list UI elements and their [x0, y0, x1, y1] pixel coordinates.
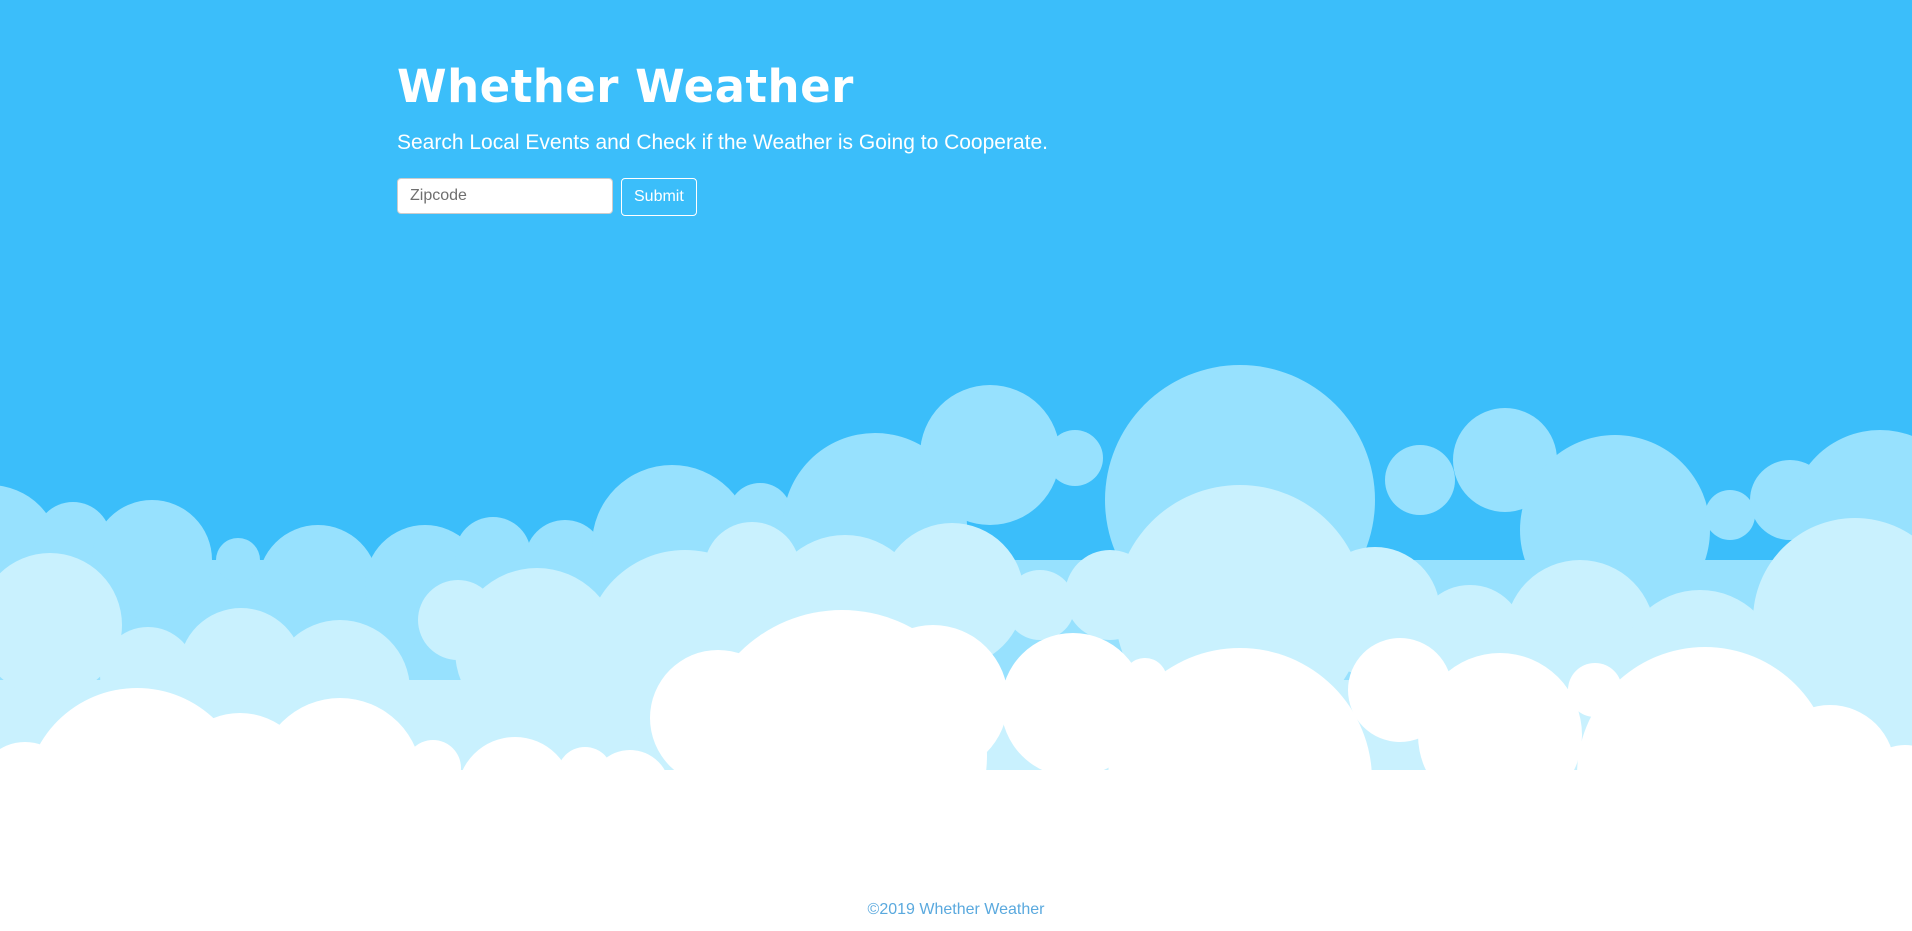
hero: Whether Weather Search Local Events and … [397, 58, 1048, 216]
site-tagline: Search Local Events and Check if the Wea… [397, 131, 1048, 154]
page: Whether Weather Search Local Events and … [0, 0, 1912, 931]
site-title: Whether Weather [397, 60, 854, 113]
submit-button[interactable]: Submit [621, 178, 697, 216]
zipcode-search-form: Submit [397, 178, 1048, 216]
zipcode-input[interactable] [397, 178, 613, 214]
footer-copyright: ©2019 Whether Weather [867, 901, 1045, 918]
